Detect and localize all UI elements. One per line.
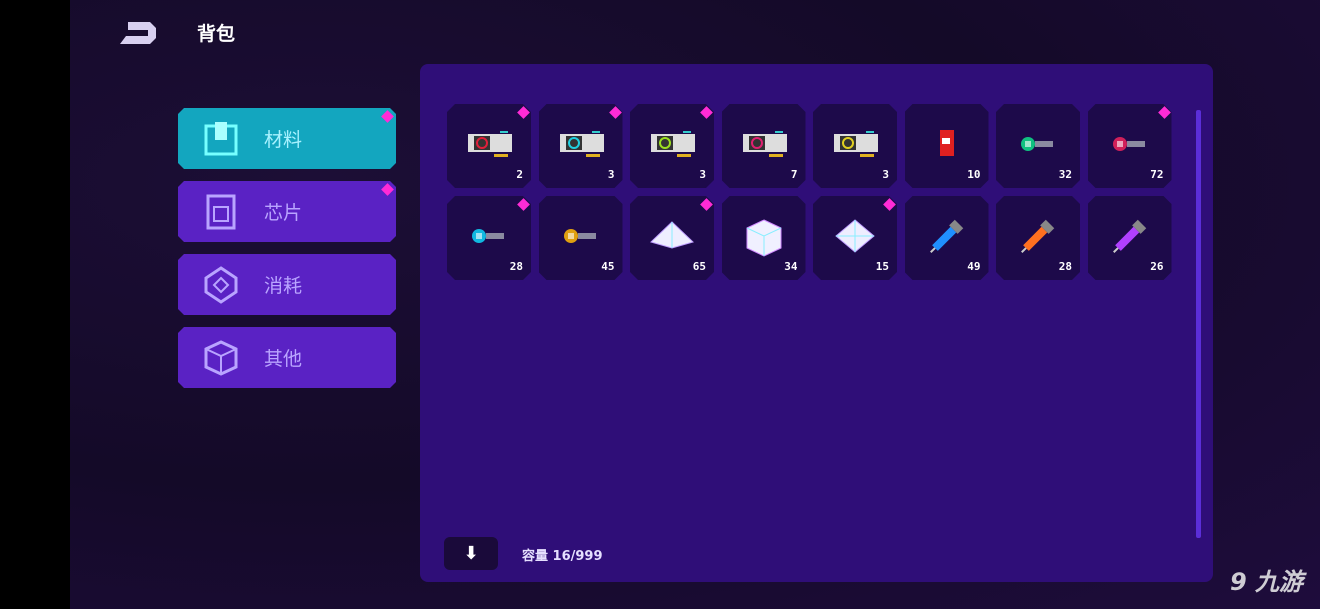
item-count: 49: [967, 260, 981, 273]
inventory-slot[interactable]: 72: [1088, 104, 1172, 188]
tab-box[interactable]: 其他: [178, 327, 396, 388]
sort-icon: ⬇: [463, 543, 479, 564]
inventory-slot[interactable]: 28: [447, 196, 531, 280]
item-count: 28: [509, 260, 523, 273]
gpu-green-icon: [647, 124, 697, 168]
inventory-slot[interactable]: 26: [1088, 196, 1172, 280]
item-count: 28: [1058, 260, 1072, 273]
inventory-slot[interactable]: 7: [722, 104, 806, 188]
pyramid-crystal-icon: [647, 216, 697, 260]
inventory-slot[interactable]: 3: [813, 104, 897, 188]
item-count: 3: [882, 168, 889, 181]
sort-button[interactable]: ⬇: [444, 537, 498, 570]
item-count: 2: [516, 168, 523, 181]
inventory-slot[interactable]: 2: [447, 104, 531, 188]
watermark-logo: 9 九游: [1230, 568, 1304, 596]
cube-crystal-icon: [739, 216, 789, 260]
inventory-slot[interactable]: 32: [996, 104, 1080, 188]
back-arrow-icon[interactable]: [120, 20, 158, 46]
item-count: 3: [607, 168, 615, 181]
tab-label: 消耗: [264, 275, 303, 297]
cyan-key-icon: [464, 216, 514, 260]
item-count: 65: [692, 260, 706, 273]
orange-key-icon: [556, 216, 606, 260]
tab-label: 其他: [264, 348, 303, 370]
item-count: 34: [784, 260, 798, 273]
tab-label: 芯片: [264, 202, 303, 224]
inventory-slot[interactable]: 15: [813, 196, 897, 280]
red-can-icon: [922, 124, 972, 168]
consumable-icon: [202, 266, 240, 304]
inventory-slot[interactable]: 3: [630, 104, 714, 188]
item-count: 32: [1058, 168, 1072, 181]
inventory-slot[interactable]: 49: [905, 196, 989, 280]
box-icon: [202, 339, 240, 377]
inventory-slot[interactable]: 34: [722, 196, 806, 280]
inventory-slot[interactable]: 45: [539, 196, 623, 280]
materials-icon: [202, 120, 240, 158]
tab-chip[interactable]: 芯片: [178, 181, 396, 242]
item-count: 45: [601, 260, 615, 273]
gpu-cyan-icon: [556, 124, 606, 168]
gpu-yellow-icon: [830, 124, 880, 168]
inventory-slot[interactable]: 3: [539, 104, 623, 188]
gpu-pink-icon: [739, 124, 789, 168]
tab-consumable[interactable]: 消耗: [178, 254, 396, 315]
inventory-slot[interactable]: 65: [630, 196, 714, 280]
red-key-icon: [1105, 124, 1155, 168]
item-count: 10: [967, 168, 981, 181]
diamond-crystal-icon: [830, 216, 880, 260]
item-count: 3: [699, 168, 706, 181]
orange-syringe-icon: [1013, 216, 1063, 260]
inventory-slot[interactable]: 28: [996, 196, 1080, 280]
item-count: 7: [790, 168, 798, 181]
capacity-label: 容量 16/999: [522, 549, 603, 564]
item-count: 26: [1150, 260, 1164, 273]
blue-syringe-icon: [922, 216, 972, 260]
item-count: 15: [875, 260, 889, 273]
scrollbar[interactable]: [1196, 110, 1201, 538]
inventory-slot[interactable]: 10: [905, 104, 989, 188]
tab-materials[interactable]: 材料: [178, 108, 396, 169]
gpu-red-icon: [464, 124, 514, 168]
purple-syringe-icon: [1105, 216, 1155, 260]
tab-label: 材料: [264, 129, 303, 151]
chip-icon: [202, 193, 240, 231]
item-count: 72: [1150, 168, 1164, 181]
green-key-icon: [1013, 124, 1063, 168]
page-title: 背包: [197, 23, 236, 45]
